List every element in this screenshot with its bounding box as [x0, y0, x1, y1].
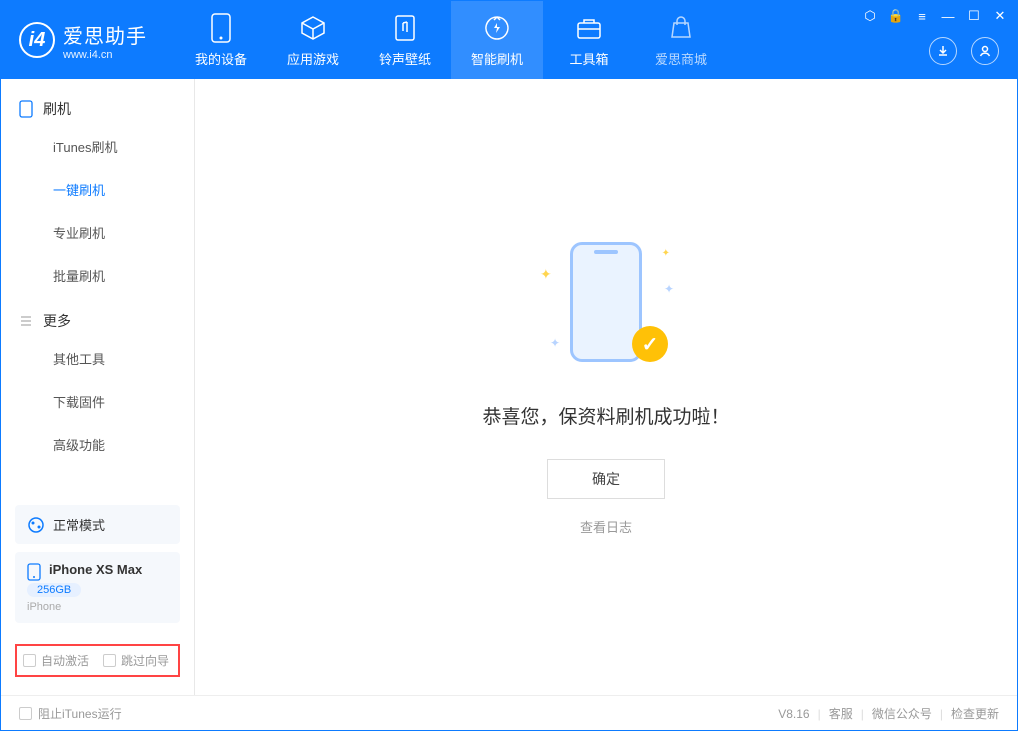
checkbox-icon [23, 654, 36, 667]
status-link-update[interactable]: 检查更新 [951, 705, 999, 722]
user-icon[interactable] [971, 37, 999, 65]
plus-icon: ✦ [550, 336, 560, 350]
header: i4 爱思助手 www.i4.cn 我的设备 应用游戏 铃声壁纸 智能刷机 工具… [1, 1, 1017, 79]
nav-label: 工具箱 [569, 49, 608, 68]
logo-icon: i4 [19, 22, 55, 58]
device-icon [206, 13, 236, 43]
sidebar: 刷机 iTunes刷机 一键刷机 专业刷机 批量刷机 更多 其他工具 下载固件 … [1, 79, 195, 695]
phone-icon [27, 563, 41, 581]
device-cards: 正常模式 iPhone XS Max 256GB iPhone [15, 505, 180, 623]
logo-title: 爱思助手 [63, 20, 147, 49]
toolbox-icon [574, 13, 604, 43]
header-action-icons [929, 37, 999, 65]
sidebar-item-oneclick[interactable]: 一键刷机 [1, 168, 194, 211]
view-log-link[interactable]: 查看日志 [580, 517, 632, 536]
nav-label: 爱思商城 [655, 49, 707, 68]
nav-tab-device[interactable]: 我的设备 [175, 1, 267, 79]
sidebar-item-batch[interactable]: 批量刷机 [1, 254, 194, 297]
status-link-support[interactable]: 客服 [829, 705, 853, 722]
apps-icon [298, 13, 328, 43]
sidebar-item-pro[interactable]: 专业刷机 [1, 211, 194, 254]
success-message: 恭喜您，保资料刷机成功啦！ [482, 402, 729, 429]
checkbox-icon [103, 654, 116, 667]
body: 刷机 iTunes刷机 一键刷机 专业刷机 批量刷机 更多 其他工具 下载固件 … [1, 79, 1017, 695]
phone-icon [19, 100, 33, 118]
nav-label: 应用游戏 [287, 49, 339, 68]
plus-icon: ✦ [664, 282, 674, 296]
status-link-wechat[interactable]: 微信公众号 [872, 705, 932, 722]
device-type: iPhone [27, 601, 168, 613]
nav-tab-toolbox[interactable]: 工具箱 [543, 1, 635, 79]
nav-label: 铃声壁纸 [379, 49, 431, 68]
nav-tab-ringtone[interactable]: 铃声壁纸 [359, 1, 451, 79]
check-badge-icon: ✓ [632, 326, 668, 362]
nav-label: 我的设备 [195, 49, 247, 68]
list-icon [19, 314, 33, 328]
sidebar-section-more: 更多 [1, 305, 194, 337]
main-content: ✦ ✦ ✦ ✦ ✓ 恭喜您，保资料刷机成功啦！ 确定 查看日志 [195, 79, 1017, 695]
store-icon [666, 13, 696, 43]
flash-icon [482, 13, 512, 43]
sidebar-item-other[interactable]: 其他工具 [1, 337, 194, 380]
shirt-icon[interactable]: ⬡ [863, 9, 877, 23]
device-info-card[interactable]: iPhone XS Max 256GB iPhone [15, 552, 180, 623]
checkbox-icon [19, 707, 32, 720]
window-controls: ⬡ 🔒 ≡ — ☐ ✕ [863, 9, 1007, 23]
device-mode-card[interactable]: 正常模式 [15, 505, 180, 544]
maximize-icon[interactable]: ☐ [967, 9, 981, 23]
sparkle-icon: ✦ [662, 248, 670, 259]
logo: i4 爱思助手 www.i4.cn [1, 20, 165, 61]
ok-button[interactable]: 确定 [547, 459, 665, 499]
sparkle-icon: ✦ [540, 266, 552, 283]
success-illustration: ✦ ✦ ✦ ✦ ✓ [536, 238, 676, 378]
device-name: iPhone XS Max [49, 562, 142, 577]
checkbox-auto-activate[interactable]: 自动激活 [23, 652, 89, 669]
version-label: V8.16 [778, 707, 809, 721]
nav-tab-store[interactable]: 爱思商城 [635, 1, 727, 79]
close-icon[interactable]: ✕ [993, 9, 1007, 23]
device-mode-label: 正常模式 [53, 515, 105, 534]
sidebar-item-firmware[interactable]: 下载固件 [1, 380, 194, 423]
device-storage: 256GB [27, 583, 81, 597]
sidebar-item-advanced[interactable]: 高级功能 [1, 423, 194, 466]
checkbox-block-itunes[interactable]: 阻止iTunes运行 [19, 705, 122, 722]
mode-icon [27, 516, 45, 534]
checkbox-row-highlighted: 自动激活 跳过向导 [15, 644, 180, 677]
menu-icon[interactable]: ≡ [915, 9, 929, 23]
checkbox-skip-wizard[interactable]: 跳过向导 [103, 652, 169, 669]
download-icon[interactable] [929, 37, 957, 65]
nav-label: 智能刷机 [471, 49, 523, 68]
ringtone-icon [390, 13, 420, 43]
nav-tab-apps[interactable]: 应用游戏 [267, 1, 359, 79]
nav-tabs: 我的设备 应用游戏 铃声壁纸 智能刷机 工具箱 爱思商城 [175, 1, 727, 79]
sidebar-section-flash: 刷机 [1, 93, 194, 125]
sidebar-item-itunes[interactable]: iTunes刷机 [1, 125, 194, 168]
statusbar: 阻止iTunes运行 V8.16 | 客服 | 微信公众号 | 检查更新 [1, 695, 1017, 731]
lock-icon[interactable]: 🔒 [889, 9, 903, 23]
logo-subtitle: www.i4.cn [63, 49, 147, 61]
nav-tab-flash[interactable]: 智能刷机 [451, 1, 543, 79]
minimize-icon[interactable]: — [941, 9, 955, 23]
